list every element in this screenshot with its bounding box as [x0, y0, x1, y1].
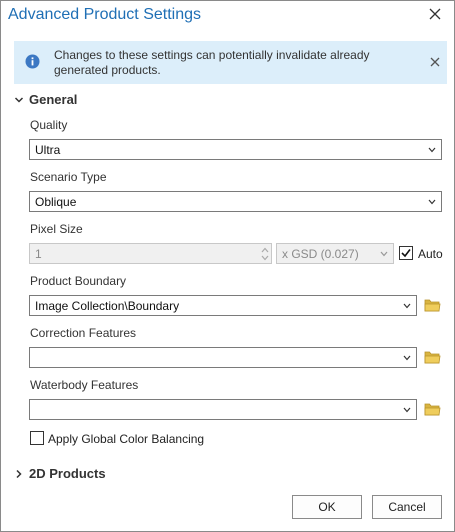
waterbody-features-label: Waterbody Features [30, 378, 139, 392]
waterbody-features-select[interactable] [29, 399, 417, 420]
section-general-header[interactable]: General [14, 92, 77, 107]
section-2d-products-header[interactable]: 2D Products [14, 466, 106, 481]
info-message: Changes to these settings can potentiall… [54, 48, 370, 77]
chevron-right-icon [16, 469, 22, 479]
quality-label: Quality [30, 118, 68, 132]
quality-select[interactable]: Ultra [29, 139, 442, 160]
chevron-down-icon [380, 251, 388, 257]
chevron-down-icon [14, 97, 24, 103]
chevron-down-icon [403, 355, 411, 361]
folder-icon[interactable] [424, 350, 441, 364]
checkmark-icon [401, 249, 411, 258]
scenario-type-select[interactable]: Oblique [29, 191, 442, 212]
folder-icon[interactable] [424, 402, 441, 416]
advanced-product-settings-dialog: Advanced Product Settings Changes to the… [0, 0, 455, 532]
chevron-down-icon [403, 407, 411, 413]
auto-label: Auto [418, 247, 443, 261]
pixel-size-label: Pixel Size [30, 222, 83, 236]
info-icon [25, 54, 40, 69]
folder-icon[interactable] [424, 298, 441, 312]
scenario-type-label: Scenario Type [30, 170, 107, 184]
pixel-size-unit-select[interactable]: x GSD (0.027) [276, 243, 394, 264]
pixel-size-value: 1 [35, 247, 42, 261]
dialog-title: Advanced Product Settings [8, 6, 202, 23]
product-boundary-select[interactable]: Image Collection\Boundary [29, 295, 417, 316]
quality-value: Ultra [35, 143, 61, 157]
close-icon[interactable] [429, 56, 441, 68]
chevron-down-icon [403, 303, 411, 309]
pixel-size-unit-value: x GSD (0.027) [282, 247, 359, 261]
product-boundary-label: Product Boundary [30, 274, 127, 288]
section-2d-products-label: 2D Products [29, 466, 106, 481]
info-banner: Changes to these settings can potentiall… [14, 41, 447, 84]
chevron-down-icon [428, 147, 436, 153]
spin-up-icon[interactable] [261, 247, 269, 253]
section-general-label: General [29, 92, 78, 107]
color-balancing-label: Apply Global Color Balancing [48, 432, 205, 446]
scenario-type-value: Oblique [35, 195, 77, 209]
correction-features-label: Correction Features [30, 326, 137, 340]
product-boundary-value: Image Collection\Boundary [35, 299, 180, 313]
cancel-button[interactable]: Cancel [372, 495, 442, 519]
correction-features-select[interactable] [29, 347, 417, 368]
close-icon[interactable] [427, 6, 443, 22]
spin-down-icon[interactable] [261, 255, 269, 261]
color-balancing-checkbox[interactable] [30, 431, 44, 445]
pixel-size-input[interactable]: 1 [29, 243, 272, 264]
ok-button[interactable]: OK [292, 495, 362, 519]
auto-checkbox[interactable] [399, 246, 413, 260]
chevron-down-icon [428, 199, 436, 205]
